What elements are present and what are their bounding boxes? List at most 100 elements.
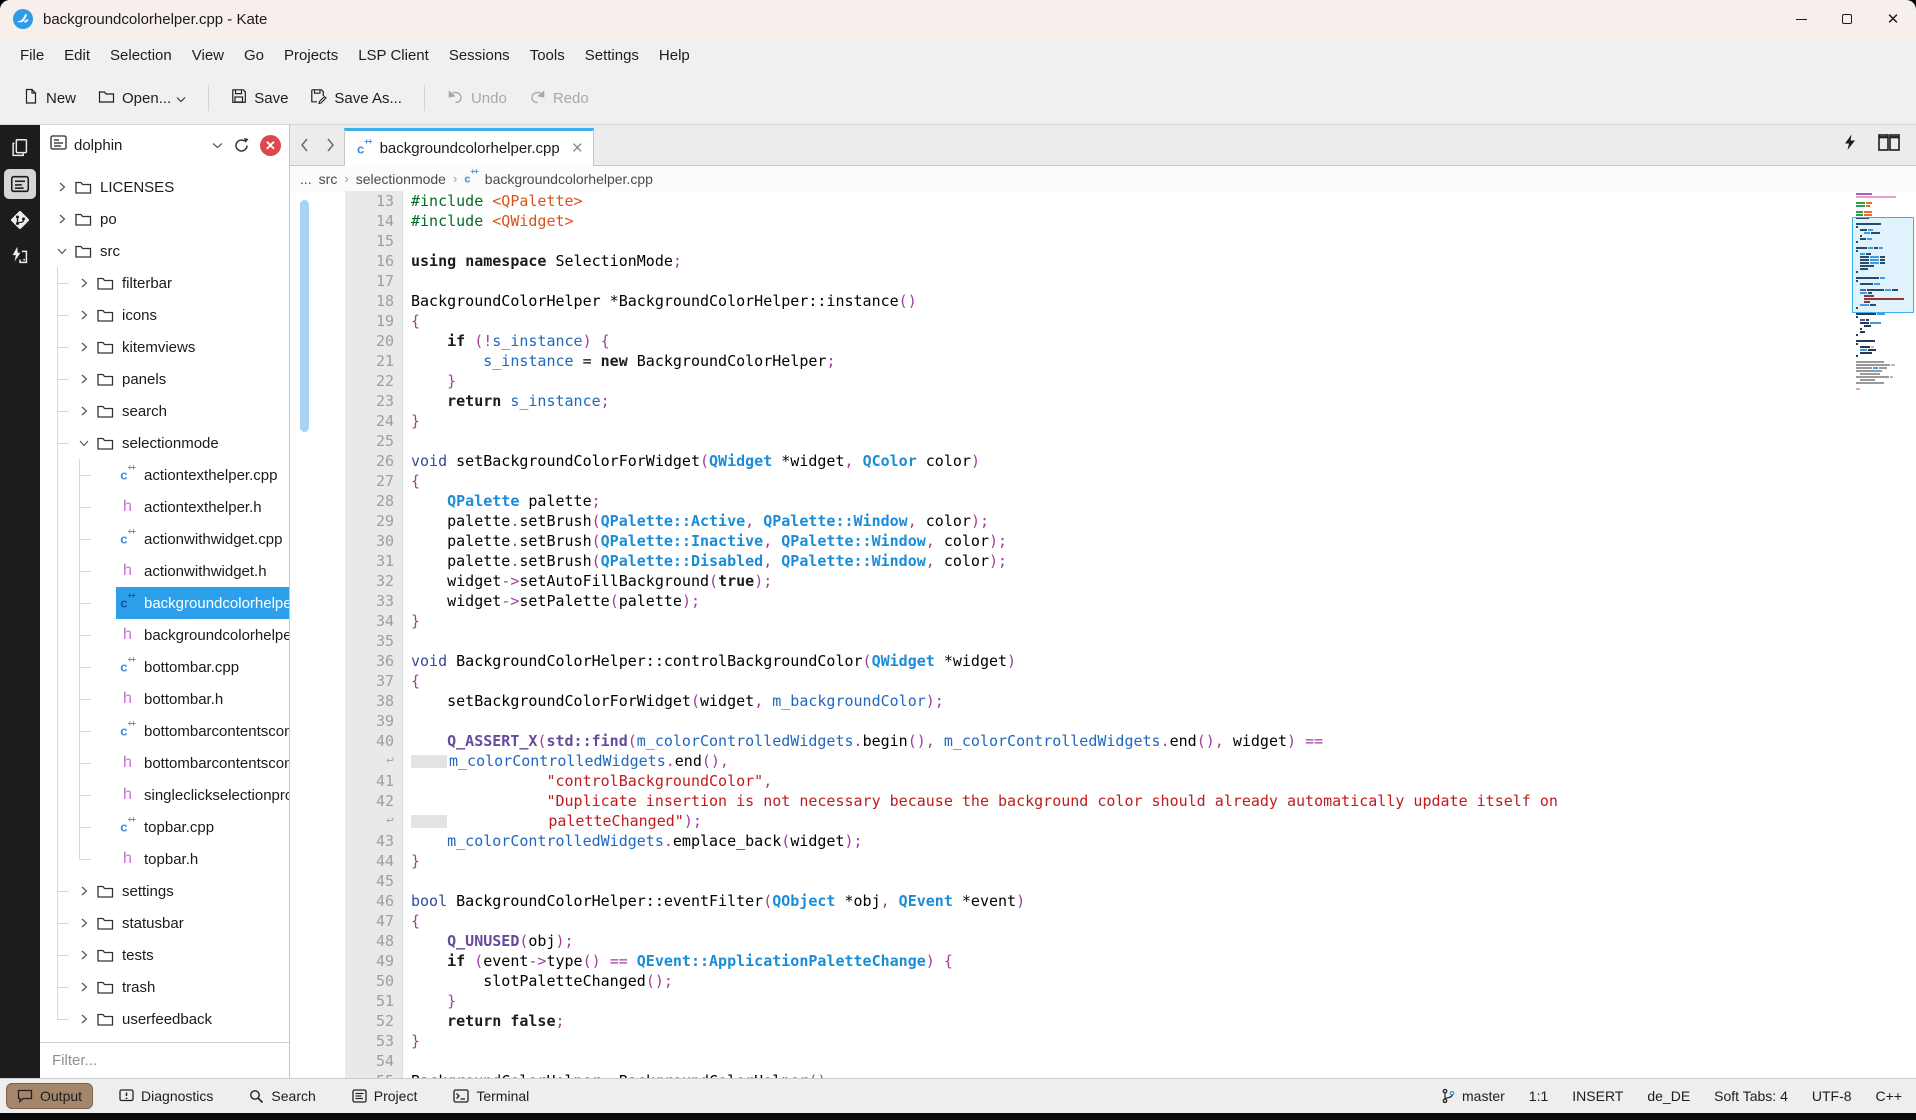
rail-git-button[interactable]	[4, 205, 36, 235]
status-dictionary[interactable]: de_DE	[1647, 1088, 1690, 1104]
status-syntax-mode[interactable]: C++	[1876, 1088, 1902, 1104]
tree-item-settings[interactable]: settings	[40, 875, 289, 907]
menu-item-view[interactable]: View	[182, 43, 234, 68]
menu-item-tools[interactable]: Tools	[520, 43, 575, 68]
menu-item-edit[interactable]: Edit	[54, 43, 100, 68]
project-dropdown-chevron-icon[interactable]	[212, 136, 223, 154]
tab-close-icon[interactable]: ×	[572, 139, 583, 158]
tree-item-panels[interactable]: panels	[40, 363, 289, 395]
tree-item-actionwithwidget-h[interactable]: hactionwithwidget.h	[40, 555, 289, 587]
project-selector[interactable]: dolphin	[74, 137, 205, 154]
tree-item-userfeedback[interactable]: userfeedback	[40, 1003, 289, 1035]
quick-open-lightning-icon[interactable]	[1844, 134, 1856, 156]
menu-item-file[interactable]: File	[10, 43, 54, 68]
menu-item-go[interactable]: Go	[234, 43, 274, 68]
chevron-down-icon[interactable]	[74, 438, 94, 448]
undo-button[interactable]: Undo	[438, 82, 516, 115]
save-as-button[interactable]: Save As...	[301, 81, 411, 115]
chevron-right-icon[interactable]	[74, 950, 94, 960]
menu-item-projects[interactable]: Projects	[274, 43, 348, 68]
open-dropdown-chevron-icon[interactable]	[176, 90, 186, 107]
status-cursor-position[interactable]: 1:1	[1529, 1088, 1548, 1104]
chevron-right-icon[interactable]	[74, 1014, 94, 1024]
tree-item-licenses[interactable]: LICENSES	[40, 171, 289, 203]
chevron-right-icon[interactable]	[74, 918, 94, 928]
chevron-right-icon[interactable]	[74, 342, 94, 352]
rail-copy-button[interactable]	[4, 133, 36, 163]
line-number: 18	[345, 291, 403, 311]
undo-label: Undo	[471, 90, 507, 107]
chevron-right-icon[interactable]	[74, 982, 94, 992]
breadcrumb-segment-selectionmode[interactable]: selectionmode	[356, 171, 446, 187]
tab-backgroundcolorhelper[interactable]: c++ backgroundcolorhelper.cpp ×	[344, 128, 594, 166]
tree-item-statusbar[interactable]: statusbar	[40, 907, 289, 939]
chevron-down-icon[interactable]	[52, 246, 72, 256]
status-encoding[interactable]: UTF-8	[1812, 1088, 1852, 1104]
chevron-right-icon[interactable]	[74, 886, 94, 896]
menu-item-sessions[interactable]: Sessions	[439, 43, 520, 68]
refresh-button[interactable]	[230, 137, 253, 154]
save-button[interactable]: Save	[222, 81, 297, 115]
panel-button-search[interactable]: Search	[239, 1084, 325, 1108]
chevron-right-icon[interactable]	[52, 214, 72, 224]
tree-item-bottombarcontentscont[interactable]: hbottombarcontentscont…	[40, 747, 289, 779]
tree-item-filterbar[interactable]: filterbar	[40, 267, 289, 299]
tree-item-backgroundcolorhelper-h[interactable]: hbackgroundcolorhelper.h	[40, 619, 289, 651]
close-button[interactable]: ✕	[1870, 0, 1916, 38]
tree-item-topbar-h[interactable]: htopbar.h	[40, 843, 289, 875]
panel-button-output[interactable]: Output	[6, 1083, 93, 1109]
tree-item-actionwithwidget-cpp[interactable]: c++actionwithwidget.cpp	[40, 523, 289, 555]
chevron-right-icon[interactable]	[74, 278, 94, 288]
breadcrumb-ellipsis[interactable]: ...	[300, 171, 312, 187]
tree-item-actiontexthelper-h[interactable]: hactiontexthelper.h	[40, 491, 289, 523]
status-git-branch[interactable]: master	[1441, 1088, 1505, 1104]
tree-item-bottombarcontentscont[interactable]: c++bottombarcontentscont…	[40, 715, 289, 747]
chevron-right-icon[interactable]	[74, 374, 94, 384]
tree-item-backgroundcolorhelper-c[interactable]: c++backgroundcolorhelper.c…	[40, 587, 289, 619]
split-view-icon[interactable]	[1878, 134, 1900, 156]
tree-item-tests[interactable]: tests	[40, 939, 289, 971]
tree-item-bottombar-cpp[interactable]: c++bottombar.cpp	[40, 651, 289, 683]
tree-item-search[interactable]: search	[40, 395, 289, 427]
chevron-right-icon[interactable]	[52, 182, 72, 192]
tree-item-po[interactable]: po	[40, 203, 289, 235]
panel-button-diagnostics[interactable]: Diagnostics	[109, 1084, 223, 1108]
filter-input[interactable]	[50, 1051, 279, 1070]
tree-item-trash[interactable]: trash	[40, 971, 289, 1003]
menu-item-help[interactable]: Help	[649, 43, 700, 68]
tree-item-selectionmode[interactable]: selectionmode	[40, 427, 289, 459]
tree-item-actiontexthelper-cpp[interactable]: c++actiontexthelper.cpp	[40, 459, 289, 491]
tree-item-topbar-cpp[interactable]: c++topbar.cpp	[40, 811, 289, 843]
minimap-scrollbar[interactable]	[1856, 193, 1910, 391]
panel-button-terminal[interactable]: Terminal	[443, 1084, 539, 1108]
menu-item-settings[interactable]: Settings	[575, 43, 649, 68]
breadcrumb-segment-src[interactable]: src	[319, 171, 338, 187]
rail-project-button[interactable]	[4, 169, 36, 199]
open-button[interactable]: Open...	[89, 82, 195, 115]
menu-item-selection[interactable]: Selection	[100, 43, 182, 68]
chevron-right-icon[interactable]	[74, 406, 94, 416]
menu-item-lsp-client[interactable]: LSP Client	[348, 43, 439, 68]
new-button[interactable]: New	[14, 81, 85, 116]
chevron-right-icon[interactable]	[74, 310, 94, 320]
rail-lsp-button[interactable]	[4, 241, 36, 271]
editor-scroll-thumb[interactable]	[300, 200, 309, 432]
maximize-button[interactable]	[1824, 0, 1870, 38]
panel-button-project[interactable]: Project	[342, 1084, 428, 1108]
tree-item-kitemviews[interactable]: kitemviews	[40, 331, 289, 363]
status-tab-settings[interactable]: Soft Tabs: 4	[1714, 1088, 1788, 1104]
tree-item-singleclickselectionproxy[interactable]: hsingleclickselectionproxy…	[40, 779, 289, 811]
breadcrumb-segment-file[interactable]: backgroundcolorhelper.cpp	[485, 171, 653, 187]
minimize-button[interactable]	[1778, 0, 1824, 38]
redo-button[interactable]: Redo	[520, 82, 598, 115]
tree-item-icons[interactable]: icons	[40, 299, 289, 331]
header-file-icon: h	[118, 498, 137, 516]
tree-item-bottombar-h[interactable]: hbottombar.h	[40, 683, 289, 715]
minimap-viewport[interactable]	[1852, 217, 1914, 313]
history-back-button[interactable]	[292, 130, 316, 160]
history-forward-button[interactable]	[318, 130, 342, 160]
close-project-button[interactable]: ✕	[260, 135, 281, 156]
tree-item-src[interactable]: src	[40, 235, 289, 267]
status-input-mode[interactable]: INSERT	[1572, 1088, 1623, 1104]
code-editor[interactable]: 13#include <QPalette>14#include <QWidget…	[290, 191, 1916, 1078]
